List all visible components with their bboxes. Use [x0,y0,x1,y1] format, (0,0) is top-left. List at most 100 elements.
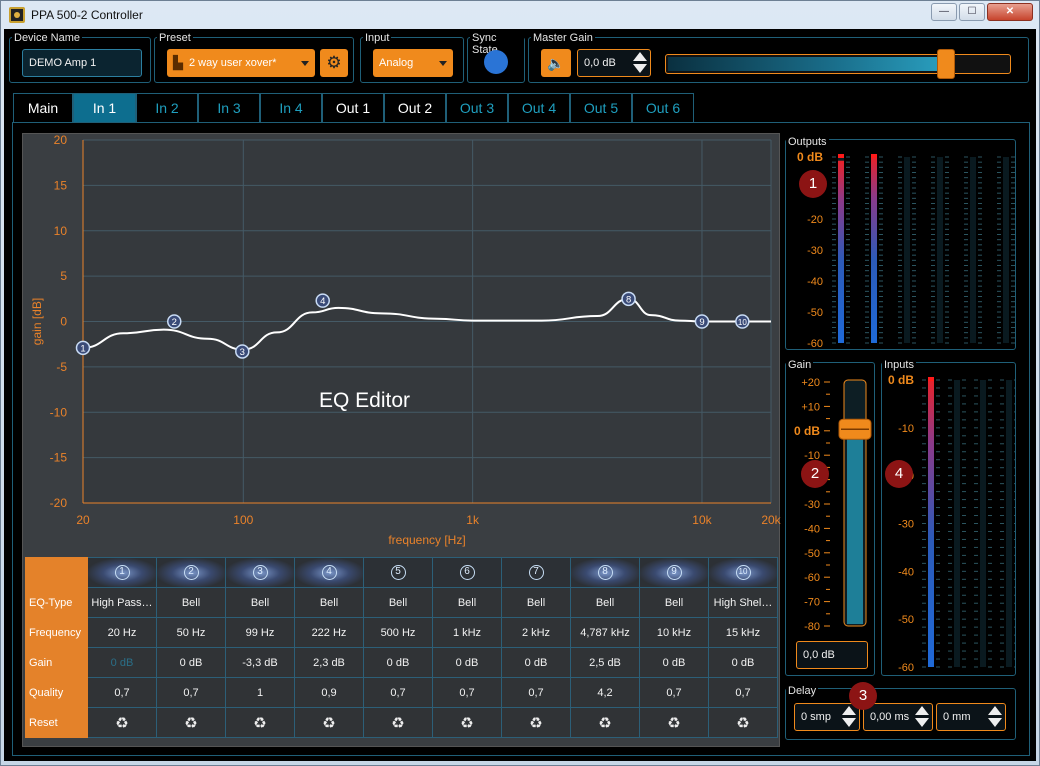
eq-frequency-cell[interactable]: 4,787 kHz [570,617,640,648]
chevron-down-icon [301,61,309,66]
maximize-button[interactable]: ☐ [959,3,985,21]
eq-quality-cell[interactable]: 1 [225,677,295,708]
reset-band-button[interactable]: ♻ [708,707,778,738]
master-gain-slider-track[interactable] [665,49,1011,79]
eq-gain-cell[interactable]: 0 dB [501,647,571,678]
channel-gain-input[interactable]: 0,0 dB [796,641,868,669]
tab-out-1[interactable]: Out 1 [322,93,384,122]
tab-out-2[interactable]: Out 2 [384,93,446,122]
eq-frequency-cell[interactable]: 20 Hz [87,617,157,648]
eq-quality-cell[interactable]: 0,7 [156,677,226,708]
eq-eq-type-cell[interactable]: Bell [294,587,364,618]
eq-frequency-cell[interactable]: 2 kHz [501,617,571,648]
reset-band-button[interactable]: ♻ [363,707,433,738]
tab-in-1[interactable]: In 1 [73,93,136,122]
reset-band-button[interactable]: ♻ [432,707,502,738]
reset-band-button[interactable]: ♻ [639,707,709,738]
eq-frequency-cell[interactable]: 10 kHz [639,617,709,648]
reset-band-button[interactable]: ♻ [156,707,226,738]
eq-gain-cell[interactable]: 0 dB [432,647,502,678]
delay-samples-spinner[interactable] [842,706,856,727]
eq-band-toggle-7[interactable]: 7 [501,557,571,588]
eq-gain-cell[interactable]: 0 dB [708,647,778,678]
eq-band-toggle-5[interactable]: 5 [363,557,433,588]
reset-band-button[interactable]: ♻ [570,707,640,738]
eq-gain-cell[interactable]: 0 dB [156,647,226,678]
eq-frequency-cell[interactable]: 15 kHz [708,617,778,648]
eq-quality-cell[interactable]: 0,7 [87,677,157,708]
eq-frequency-cell[interactable]: 222 Hz [294,617,364,648]
delay-ms-input[interactable]: 0,00 ms [863,703,933,731]
eq-quality-cell[interactable]: 0,9 [294,677,364,708]
close-button[interactable]: ✕ [987,3,1033,21]
eq-gain-cell[interactable]: 0 dB [639,647,709,678]
tab-in-3[interactable]: In 3 [198,93,260,122]
delay-samples-input[interactable]: 0 smp [794,703,860,731]
tab-out-6[interactable]: Out 6 [632,93,694,122]
eq-gain-cell[interactable]: -3,3 dB [225,647,295,678]
master-gain-slider-thumb[interactable] [937,49,955,79]
tab-out-3[interactable]: Out 3 [446,93,508,122]
eq-chart[interactable]: 20 15 10 5 0 -5 -10 -15 -20 20 100 1k 10k 20k frequenc… [23,134,781,554]
eq-quality-cell[interactable]: 4,2 [570,677,640,708]
eq-gain-cell[interactable]: 0 dB [363,647,433,678]
master-gain-spinner[interactable] [633,52,647,73]
minimize-button[interactable]: — [931,3,957,21]
tab-out-4[interactable]: Out 4 [508,93,570,122]
eq-band-handle-4[interactable]: 4 [315,293,330,308]
eq-band-toggle-1[interactable]: 1 [87,557,157,588]
mute-button[interactable]: 🔈 [541,49,571,77]
eq-band-toggle-8[interactable]: 8 [570,557,640,588]
delay-mm-spinner[interactable] [988,706,1002,727]
eq-band-toggle-4[interactable]: 4 [294,557,364,588]
eq-eq-type-cell[interactable]: Bell [225,587,295,618]
eq-eq-type-cell[interactable]: Bell [570,587,640,618]
eq-frequency-cell[interactable]: 500 Hz [363,617,433,648]
reset-band-button[interactable]: ♻ [225,707,295,738]
eq-eq-type-cell[interactable]: Bell [432,587,502,618]
tab-main[interactable]: Main [13,93,73,122]
eq-eq-type-cell[interactable]: High Pass… [87,587,157,618]
eq-band-toggle-6[interactable]: 6 [432,557,502,588]
eq-band-handle-9[interactable]: 9 [694,314,710,329]
eq-eq-type-cell[interactable]: High Shel… [708,587,778,618]
preset-dropdown[interactable]: ▙ 2 way user xover* [167,49,315,77]
reset-band-button[interactable]: ♻ [501,707,571,738]
delay-ms-spinner[interactable] [915,706,929,727]
eq-gain-cell[interactable]: 0 dB [87,647,157,678]
eq-quality-cell[interactable]: 0,7 [432,677,502,708]
delay-mm-input[interactable]: 0 mm [936,703,1006,731]
eq-quality-cell[interactable]: 0,7 [708,677,778,708]
tab-in-4[interactable]: In 4 [260,93,322,122]
eq-band-toggle-9[interactable]: 9 [639,557,709,588]
input-source-dropdown[interactable]: Analog [373,49,453,77]
reset-band-button[interactable]: ♻ [87,707,157,738]
eq-frequency-cell[interactable]: 50 Hz [156,617,226,648]
eq-band-handle-8[interactable]: 8 [621,291,636,307]
eq-band-toggle-3[interactable]: 3 [225,557,295,588]
tab-out-5[interactable]: Out 5 [570,93,632,122]
eq-frequency-cell[interactable]: 1 kHz [432,617,502,648]
eq-quality-cell[interactable]: 0,7 [501,677,571,708]
eq-band-handle-2[interactable]: 2 [167,314,182,329]
eq-eq-type-cell[interactable]: Bell [639,587,709,618]
eq-band-handle-3[interactable]: 3 [235,344,250,359]
eq-band-toggle-2[interactable]: 2 [156,557,226,588]
eq-gain-cell[interactable]: 2,5 dB [570,647,640,678]
eq-eq-type-cell[interactable]: Bell [501,587,571,618]
eq-eq-type-cell[interactable]: Bell [156,587,226,618]
eq-gain-cell[interactable]: 2,3 dB [294,647,364,678]
master-gain-input[interactable]: 0,0 dB [577,49,651,77]
eq-band-handle-1[interactable]: 1 [75,340,91,356]
eq-quality-cell[interactable]: 0,7 [363,677,433,708]
eq-band-toggle-10[interactable]: 10 [708,557,778,588]
device-name-input[interactable]: DEMO Amp 1 [22,49,142,77]
eq-eq-type-cell[interactable]: Bell [363,587,433,618]
preset-settings-button[interactable]: ⚙ [320,49,348,77]
tab-in-2[interactable]: In 2 [136,93,198,122]
eq-band-handle-10[interactable]: 10 [735,314,750,329]
eq-frequency-cell[interactable]: 99 Hz [225,617,295,648]
gain-fader[interactable]: +20+100 dB-10-20-30-40-50-60-70-80 [786,363,874,633]
eq-quality-cell[interactable]: 0,7 [639,677,709,708]
reset-band-button[interactable]: ♻ [294,707,364,738]
